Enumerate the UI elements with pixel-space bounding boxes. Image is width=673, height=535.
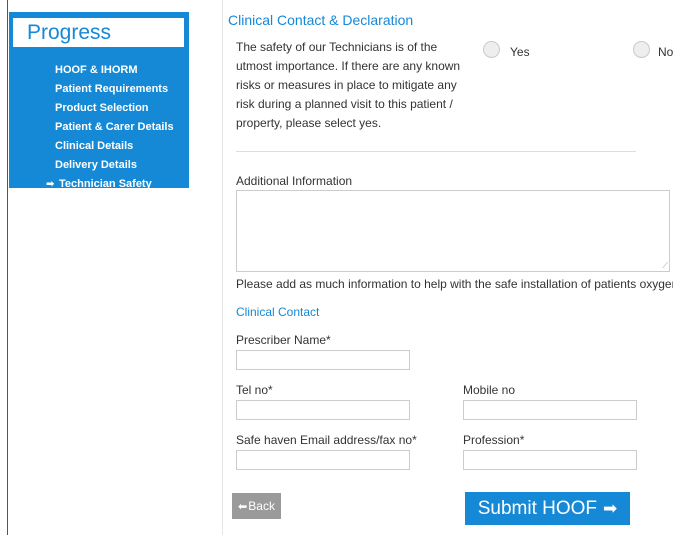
profession-label: Profession*: [463, 433, 525, 447]
yes-radio[interactable]: [483, 41, 500, 58]
sidebar-item-delivery-details[interactable]: Delivery Details: [55, 156, 174, 175]
back-button-label: Back: [248, 499, 275, 513]
back-button[interactable]: ⬅Back: [232, 493, 281, 519]
section-divider: [236, 151, 636, 152]
sidebar-item-technician-safety[interactable]: ➡ Technician Safety: [46, 175, 174, 194]
sidebar-item-hoof-ihorm[interactable]: HOOF & IHORM: [55, 61, 174, 80]
yes-radio-label: Yes: [510, 45, 530, 59]
arrow-right-icon: ➡: [46, 179, 55, 190]
additional-info-textarea[interactable]: ⟋: [236, 190, 670, 272]
arrow-right-icon: ➡: [603, 499, 618, 518]
prescriber-name-input[interactable]: [236, 350, 410, 370]
section-title: Clinical Contact & Declaration: [228, 12, 414, 28]
email-fax-label: Safe haven Email address/fax no*: [236, 433, 417, 447]
mobile-input[interactable]: [463, 400, 637, 420]
submit-button-label: Submit HOOF: [477, 498, 598, 519]
tel-label: Tel no*: [236, 383, 273, 397]
additional-info-help: Please add as much information to help w…: [236, 277, 673, 291]
sidebar-item-patient-requirements[interactable]: Patient Requirements: [55, 80, 174, 99]
progress-steps: HOOF & IHORM Patient Requirements Produc…: [46, 61, 174, 194]
profession-input[interactable]: [463, 450, 637, 470]
window-left-edge: [0, 0, 8, 535]
arrow-left-icon: ⬅: [238, 501, 248, 513]
content-divider: [222, 0, 223, 535]
progress-sidebar: Progress HOOF & IHORM Patient Requiremen…: [9, 12, 189, 190]
declaration-text: The safety of our Technicians is of the …: [236, 40, 461, 130]
sidebar-item-label: Technician Safety: [59, 178, 152, 190]
resize-handle-icon[interactable]: ⟋: [662, 262, 668, 270]
sidebar-item-patient-carer-details[interactable]: Patient & Carer Details: [55, 118, 174, 137]
sidebar-item-clinical-details[interactable]: Clinical Details: [55, 137, 174, 156]
progress-title: Progress: [12, 17, 185, 48]
tel-input[interactable]: [236, 400, 410, 420]
prescriber-name-label: Prescriber Name*: [236, 333, 331, 347]
sidebar-item-product-selection[interactable]: Product Selection: [55, 99, 174, 118]
mobile-label: Mobile no: [463, 383, 516, 397]
no-radio-label: No: [658, 45, 673, 59]
submit-hoof-button[interactable]: Submit HOOF ➡: [465, 492, 630, 525]
clinical-contact-title: Clinical Contact: [236, 305, 320, 319]
email-fax-input[interactable]: [236, 450, 410, 470]
no-radio[interactable]: [633, 41, 650, 58]
additional-info-label: Additional Information: [236, 174, 353, 188]
